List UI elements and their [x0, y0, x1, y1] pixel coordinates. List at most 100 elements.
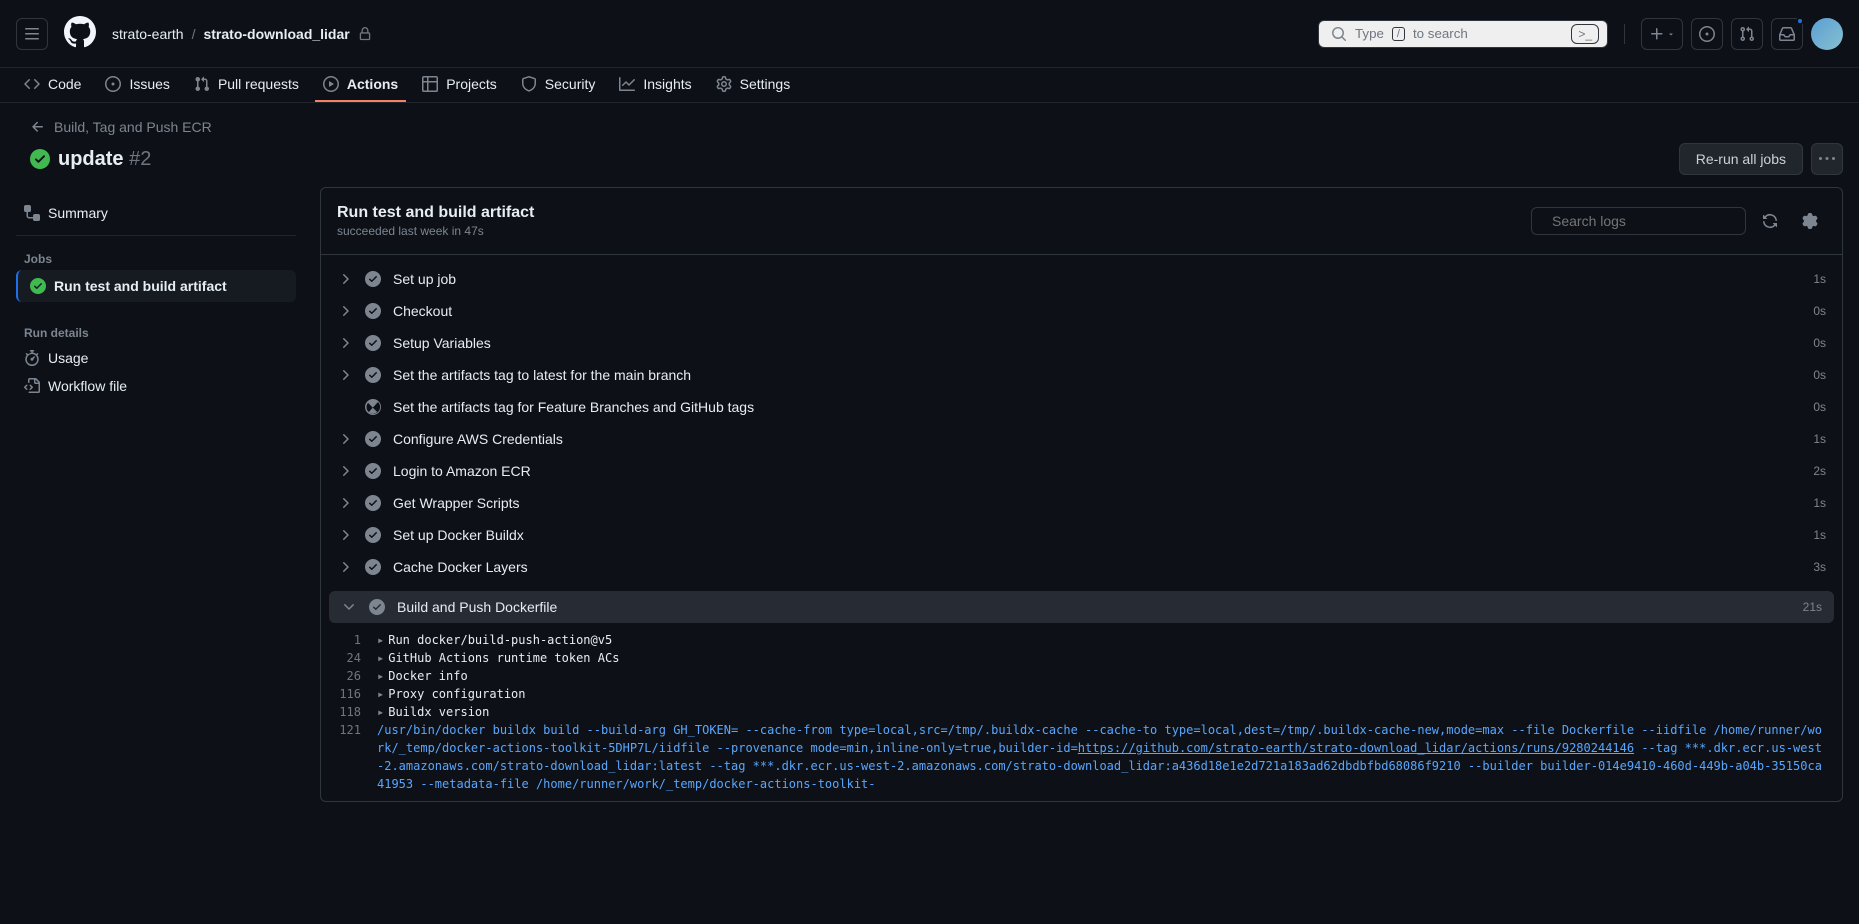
step-row[interactable]: Login to Amazon ECR 2s [321, 455, 1842, 487]
log-line[interactable]: 24▸GitHub Actions runtime token ACs [329, 649, 1834, 667]
graph-icon [619, 76, 635, 92]
step-name: Set the artifacts tag to latest for the … [393, 367, 1801, 383]
chevron-right-icon [337, 527, 353, 543]
breadcrumb-repo[interactable]: strato-download_lidar [203, 26, 349, 42]
check-circle-icon [369, 599, 385, 615]
step-name: Build and Push Dockerfile [397, 599, 1791, 615]
step-duration: 0s [1813, 400, 1826, 414]
breadcrumb-owner[interactable]: strato-earth [112, 26, 184, 42]
check-circle-icon [365, 431, 381, 447]
step-name: Setup Variables [393, 335, 1801, 351]
nav-security[interactable]: Security [513, 68, 604, 102]
check-circle-icon [365, 463, 381, 479]
rerun-button[interactable]: Re-run all jobs [1679, 143, 1803, 175]
hamburger-icon [24, 26, 40, 42]
log-line-content: ▸GitHub Actions runtime token ACs [377, 649, 1826, 667]
refresh-logs-button[interactable] [1754, 205, 1786, 237]
sidebar-summary[interactable]: Summary [16, 199, 296, 227]
workflow-title: update #2 [58, 148, 151, 171]
step-duration: 1s [1813, 496, 1826, 510]
log-search-box[interactable] [1531, 207, 1746, 235]
log-line-number: 116 [337, 685, 377, 703]
log-line-content: ▸Docker info [377, 667, 1826, 685]
log-line[interactable]: 1▸Run docker/build-push-action@v5 [329, 631, 1834, 649]
notification-dot [1796, 17, 1804, 25]
search-key: / [1392, 27, 1405, 41]
chevron-right-icon [337, 367, 353, 383]
step-duration: 0s [1813, 336, 1826, 350]
sidebar-job-item[interactable]: Run test and build artifact [16, 270, 296, 302]
nav-projects[interactable]: Projects [414, 68, 505, 102]
sidebar-usage[interactable]: Usage [16, 344, 296, 372]
more-actions-button[interactable] [1811, 143, 1843, 175]
log-line-content: ▸Run docker/build-push-action@v5 [377, 631, 1826, 649]
log-line-number: 118 [337, 703, 377, 721]
step-row[interactable]: Set up job1s [321, 263, 1842, 295]
step-row[interactable]: Get Wrapper Scripts 1s [321, 487, 1842, 519]
step-expanded[interactable]: Build and Push Dockerfile 21s [329, 591, 1834, 623]
log-line-content: /usr/bin/docker buildx build --build-arg… [377, 721, 1826, 793]
check-circle-icon [365, 495, 381, 511]
nav-code[interactable]: Code [16, 68, 89, 102]
jobs-heading: Jobs [16, 244, 296, 270]
job-subtitle: succeeded last week in 47s [337, 224, 534, 238]
log-line-number: 26 [337, 667, 377, 685]
log-line[interactable]: 26▸Docker info [329, 667, 1834, 685]
nav-actions[interactable]: Actions [315, 68, 406, 102]
log-settings-button[interactable] [1794, 205, 1826, 237]
back-label: Build, Tag and Push ECR [54, 119, 212, 135]
log-line[interactable]: 116▸Proxy configuration [329, 685, 1834, 703]
check-circle-icon [365, 559, 381, 575]
menu-button[interactable] [16, 18, 48, 50]
step-duration: 1s [1813, 272, 1826, 286]
log-line[interactable]: 118▸Buildx version [329, 703, 1834, 721]
log-line-content: ▸Buildx version [377, 703, 1826, 721]
github-logo-link[interactable] [64, 16, 96, 51]
step-name: Set the artifacts tag for Feature Branch… [393, 399, 1801, 415]
step-name: Configure AWS Credentials [393, 431, 1801, 447]
log-line[interactable]: 121/usr/bin/docker buildx build --build-… [329, 721, 1834, 793]
step-duration: 1s [1813, 528, 1826, 542]
issues-button[interactable] [1691, 18, 1723, 50]
steps-list: Set up job1sCheckout0sSetup Variables0sS… [321, 255, 1842, 591]
step-row[interactable]: Set up Docker Buildx1s [321, 519, 1842, 551]
nav-insights[interactable]: Insights [611, 68, 699, 102]
step-row[interactable]: Setup Variables 0s [321, 327, 1842, 359]
pull-requests-button[interactable] [1731, 18, 1763, 50]
step-row[interactable]: Cache Docker Layers3s [321, 551, 1842, 583]
nav-pull-requests[interactable]: Pull requests [186, 68, 307, 102]
chevron-right-icon [337, 495, 353, 511]
log-search-input[interactable] [1552, 213, 1733, 229]
step-name: Login to Amazon ECR [393, 463, 1801, 479]
create-new-button[interactable] [1641, 18, 1683, 50]
check-circle-icon [365, 335, 381, 351]
log-output: 1▸Run docker/build-push-action@v524▸GitH… [329, 623, 1834, 801]
step-duration: 21s [1803, 600, 1822, 614]
github-logo-icon [64, 16, 96, 48]
run-number: #2 [129, 148, 151, 170]
run-details-heading: Run details [16, 318, 296, 344]
notifications-button[interactable] [1771, 18, 1803, 50]
step-row[interactable]: Configure AWS Credentials1s [321, 423, 1842, 455]
chevron-down-icon [341, 599, 357, 615]
step-duration: 2s [1813, 464, 1826, 478]
global-search[interactable]: Type / to search >_ [1318, 20, 1608, 48]
nav-issues[interactable]: Issues [97, 68, 177, 102]
back-link[interactable]: Build, Tag and Push ECR [30, 119, 1843, 135]
search-icon [1331, 26, 1347, 42]
step-row[interactable]: Set the artifacts tag for Feature Branch… [321, 391, 1842, 423]
sidebar-divider [16, 235, 296, 236]
sidebar-workflow-file[interactable]: Workflow file [16, 372, 296, 400]
nav-settings[interactable]: Settings [708, 68, 799, 102]
code-icon [24, 76, 40, 92]
step-row[interactable]: Checkout0s [321, 295, 1842, 327]
step-name: Get Wrapper Scripts [393, 495, 1801, 511]
divider [1624, 24, 1625, 44]
step-row[interactable]: Set the artifacts tag to latest for the … [321, 359, 1842, 391]
inbox-icon [1779, 26, 1795, 42]
issues-icon [105, 76, 121, 92]
step-name: Cache Docker Layers [393, 559, 1801, 575]
check-circle-icon [365, 271, 381, 287]
pr-icon [194, 76, 210, 92]
user-avatar[interactable] [1811, 18, 1843, 50]
